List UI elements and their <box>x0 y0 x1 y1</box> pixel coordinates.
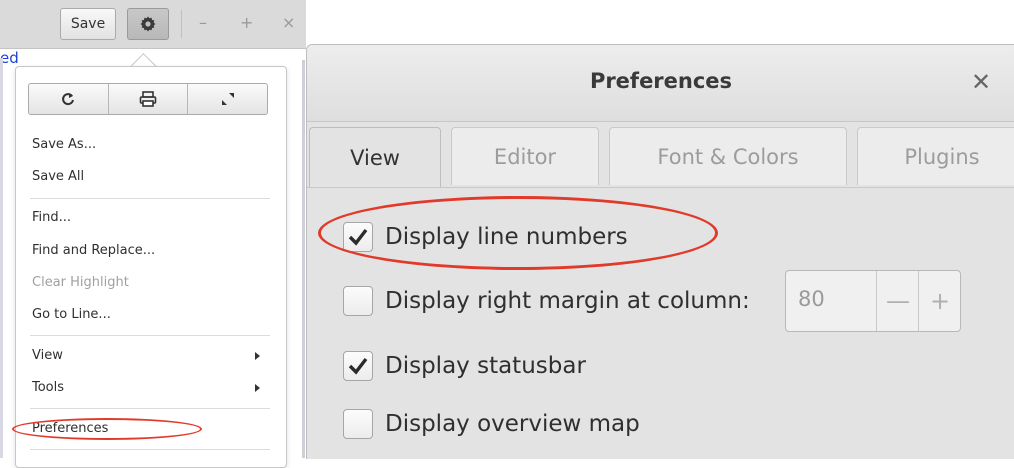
refresh-icon <box>62 93 75 106</box>
menu-separator <box>30 449 270 450</box>
menu-item-view[interactable]: View <box>32 344 270 368</box>
menu-separator <box>30 335 270 336</box>
checkbox-right-margin[interactable] <box>343 286 373 316</box>
option-display-statusbar[interactable]: Display statusbar <box>343 349 586 383</box>
checkbox-overview-map[interactable] <box>343 409 373 439</box>
maximize-button[interactable]: + <box>240 12 253 34</box>
decrement-button[interactable]: — <box>876 271 919 331</box>
dialog-titlebar: Preferences ✕ <box>307 45 1014 122</box>
minimize-button[interactable]: – <box>199 12 207 34</box>
menu-item-find[interactable]: Find... <box>32 206 270 230</box>
tab-font-colors[interactable]: Font & Colors <box>609 127 847 185</box>
menu-item-save-as[interactable]: Save As... <box>32 133 270 157</box>
option-label: Display statusbar <box>385 353 586 379</box>
print-icon <box>139 91 157 107</box>
option-display-overview-map[interactable]: Display overview map <box>343 407 640 441</box>
editor-edge <box>0 58 3 458</box>
menu-item-save-all[interactable]: Save All <box>32 165 270 189</box>
header-separator <box>181 10 182 38</box>
preferences-tabs: View Editor Font & Colors Plugins <box>307 125 1014 187</box>
tab-view[interactable]: View <box>309 127 441 187</box>
fullscreen-button[interactable] <box>188 84 267 114</box>
fullscreen-icon <box>221 93 234 105</box>
right-margin-value[interactable]: 80 <box>798 287 825 311</box>
tab-underline <box>307 187 1014 188</box>
menu-separator <box>30 408 270 409</box>
menu-item-tools[interactable]: Tools <box>32 376 270 400</box>
right-margin-spinbutton[interactable]: 80 — + <box>785 270 961 332</box>
editor-headerbar: Save – + × <box>0 0 306 49</box>
checkmark-icon <box>348 357 368 375</box>
submenu-arrow-icon <box>255 352 260 360</box>
editor-edge-right <box>302 60 305 458</box>
menu-item-label: Tools <box>32 380 65 395</box>
submenu-arrow-icon <box>255 384 260 392</box>
gear-menu-button[interactable] <box>127 8 169 40</box>
menu-item-label: View <box>32 348 63 363</box>
gear-popover-menu: Save As... Save All Find... Find and Rep… <box>15 66 287 468</box>
menu-item-go-to-line[interactable]: Go to Line... <box>32 303 270 327</box>
tab-plugins[interactable]: Plugins <box>857 127 1014 185</box>
option-label: Display overview map <box>385 411 640 437</box>
gear-icon <box>140 16 156 32</box>
reload-button[interactable] <box>29 84 109 114</box>
close-icon[interactable]: ✕ <box>971 67 991 97</box>
menu-separator <box>30 198 270 199</box>
option-label: Display right margin at column: <box>385 288 750 314</box>
menu-item-clear-highlight: Clear Highlight <box>32 275 129 290</box>
option-display-right-margin[interactable]: Display right margin at column: <box>343 284 750 318</box>
increment-button[interactable]: + <box>918 271 961 331</box>
print-button[interactable] <box>109 84 189 114</box>
highlight-annotation-preferences <box>12 418 202 440</box>
highlight-annotation-line-numbers <box>318 196 718 270</box>
close-window-button[interactable]: × <box>282 12 295 34</box>
menu-toolbar <box>28 83 268 115</box>
tab-editor[interactable]: Editor <box>451 127 599 185</box>
dialog-title: Preferences <box>589 69 733 93</box>
checkbox-statusbar[interactable] <box>343 351 373 381</box>
menu-item-find-replace[interactable]: Find and Replace... <box>32 239 270 263</box>
save-button[interactable]: Save <box>60 8 116 40</box>
